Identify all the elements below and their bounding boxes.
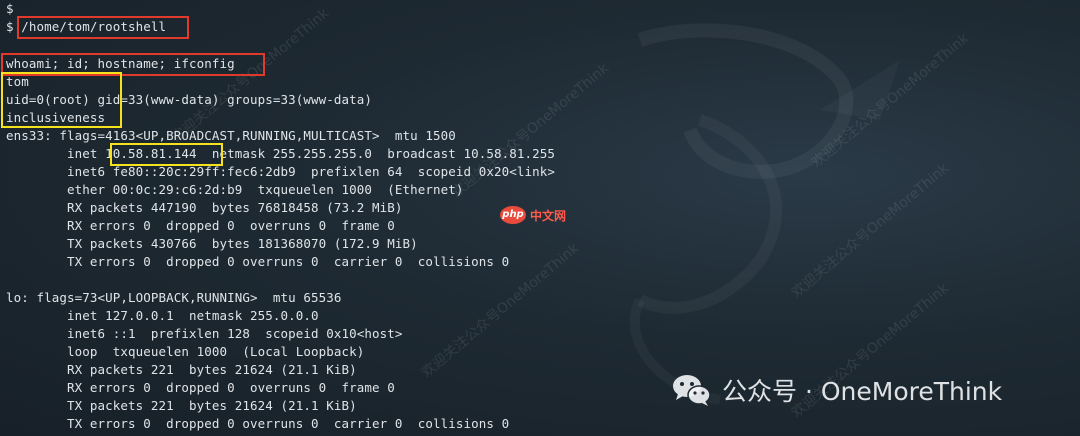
php-logo-icon: php (500, 206, 526, 224)
watermark-text: 欢迎关注公众号OneMoreThink (808, 30, 972, 172)
terminal-line: inet 127.0.0.1 netmask 255.0.0.0 (6, 308, 319, 323)
terminal-line: TX packets 430766 bytes 181368070 (172.9… (6, 236, 418, 251)
terminal-line: ens33: flags=4163<UP,BROADCAST,RUNNING,M… (6, 128, 456, 143)
terminal-line: loop txqueuelen 1000 (Local Loopback) (6, 344, 365, 359)
terminal-line: lo: flags=73<UP,LOOPBACK,RUNNING> mtu 65… (6, 290, 342, 305)
highlight-box-ip-address (110, 143, 223, 166)
terminal-line: RX packets 447190 bytes 76818458 (73.2 M… (6, 200, 403, 215)
terminal-line: TX packets 221 bytes 21624 (21.1 KiB) (6, 398, 357, 413)
terminal-line: inet6 ::1 prefixlen 128 scopeid 0x10<hos… (6, 326, 403, 341)
terminal-line: ether 00:0c:29:c6:2d:b9 txqueuelen 1000 … (6, 182, 464, 197)
terminal-line: TX errors 0 dropped 0 overruns 0 carrier… (6, 416, 510, 431)
terminal-line: inet6 fe80::20c:29ff:fec6:2db9 prefixlen… (6, 164, 556, 179)
wechat-icon (673, 375, 711, 406)
highlight-box-identity (1, 72, 122, 128)
php-badge-label: 中文网 (530, 208, 567, 223)
wechat-brand: 公众号 · OneMoreThink (672, 372, 1002, 408)
terminal-line: RX errors 0 dropped 0 overruns 0 frame 0 (6, 218, 395, 233)
terminal-line: RX packets 221 bytes 21624 (21.1 KiB) (6, 362, 357, 377)
watermark-text: 欢迎关注公众号OneMoreThink (788, 160, 952, 302)
terminal-line: TX errors 0 dropped 0 overruns 0 carrier… (6, 254, 510, 269)
php-cn-badge: php 中文网 (500, 206, 566, 224)
brand-label: 公众号 · OneMoreThink (722, 377, 1003, 406)
terminal-line: RX errors 0 dropped 0 overruns 0 frame 0 (6, 380, 395, 395)
terminal-line: $ (6, 1, 14, 16)
terminal-line-inet: inet 10.58.81.144 netmask 255.255.255.0 … (6, 146, 556, 161)
highlight-box-rootshell (17, 16, 189, 39)
